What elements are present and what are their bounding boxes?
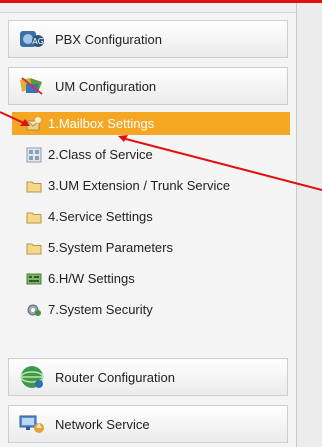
hardware-icon (26, 271, 42, 287)
folder-icon (26, 240, 42, 256)
mailbox-settings-item[interactable]: 1.Mailbox Settings (12, 112, 290, 135)
um-extension-trunk-service-item[interactable]: 3.UM Extension / Trunk Service (8, 174, 288, 197)
system-security-item[interactable]: 7.System Security (8, 298, 288, 321)
pbx-icon: AG (17, 26, 47, 52)
class-of-service-icon (26, 147, 42, 163)
top-strip (0, 0, 296, 13)
system-parameters-label: 5.System Parameters (48, 240, 173, 255)
network-service-label: Network Service (55, 416, 150, 432)
um-configuration-button[interactable]: UM Configuration (8, 67, 288, 105)
hw-settings-label: 6.H/W Settings (48, 271, 135, 286)
folder-icon (26, 178, 42, 194)
system-parameters-item[interactable]: 5.System Parameters (8, 236, 288, 259)
router-configuration-label: Router Configuration (55, 369, 175, 385)
service-settings-label: 4.Service Settings (48, 209, 153, 224)
router-configuration-button[interactable]: Router Configuration (8, 358, 288, 396)
security-icon (26, 302, 42, 318)
class-of-service-label: 2.Class of Service (48, 147, 153, 162)
service-settings-item[interactable]: 4.Service Settings (8, 205, 288, 228)
um-extension-trunk-service-label: 3.UM Extension / Trunk Service (48, 178, 231, 193)
network-service-button[interactable]: Network Service (8, 405, 288, 443)
network-icon (17, 411, 47, 437)
folder-icon (26, 209, 42, 225)
system-security-label: 7.System Security (48, 302, 153, 317)
pbx-configuration-label: PBX Configuration (55, 31, 162, 47)
hw-settings-item[interactable]: 6.H/W Settings (8, 267, 288, 290)
class-of-service-item[interactable]: 2.Class of Service (8, 143, 288, 166)
navigation-frame: AG PBX Configuration UM Configuration 1.… (0, 0, 322, 447)
mailbox-settings-label: 1.Mailbox Settings (48, 116, 155, 131)
svg-text:AG: AG (32, 37, 44, 46)
pbx-configuration-button[interactable]: AG PBX Configuration (8, 20, 288, 58)
um-configuration-label: UM Configuration (55, 78, 157, 94)
um-icon (17, 73, 47, 99)
um-submenu: 1.Mailbox Settings 2.Class of Service 3.… (8, 112, 290, 329)
mailbox-icon (26, 116, 42, 132)
navigation-panel: AG PBX Configuration UM Configuration 1.… (0, 0, 297, 447)
router-icon (17, 364, 47, 390)
